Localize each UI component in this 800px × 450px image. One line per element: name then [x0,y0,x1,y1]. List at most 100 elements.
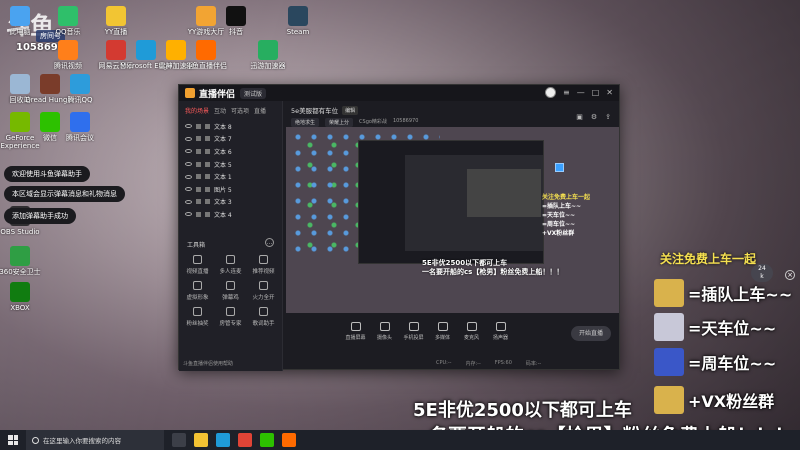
lock-icon[interactable] [196,211,201,217]
eye-icon[interactable] [185,136,192,141]
eye-icon[interactable] [185,124,192,129]
preview-overlay-line: =天车位~~ [542,212,576,219]
tool-button[interactable]: 房管专家 [214,307,247,327]
tool-button[interactable]: 粉丝抽奖 [181,307,214,327]
nested-preview-inner [405,155,543,251]
toolbar-label: 多媒体 [434,335,450,341]
eye-icon[interactable] [185,162,192,167]
avatar[interactable] [545,87,557,98]
perk-item: =天车位~~ [654,312,776,342]
live-companion-window[interactable]: 直播伴侣 测试版 ≡ — □ ✕ 我的场景 互动 可选项 直播 文本 8 文本 7… [178,84,620,371]
source-row[interactable]: 图片 5 [179,183,282,196]
start-button[interactable] [0,430,26,450]
tool-button[interactable]: 虚拟形象 [181,281,214,301]
task-view-icon[interactable] [172,433,186,447]
desktop-icon[interactable]: 腾讯会议 [54,112,106,142]
title-bar[interactable]: 直播伴侣 测试版 ≡ — □ ✕ [179,85,619,101]
tag-pill[interactable]: 荣耀上分 [325,118,354,127]
edge-icon[interactable] [216,433,230,447]
toolbar-label: 摄像头 [376,335,392,341]
toolbar-button[interactable]: 摄像头 [371,321,398,351]
more-icon[interactable]: … [265,238,274,247]
lock-icon[interactable] [196,123,201,129]
settings-icon[interactable]: ⚙ [591,113,597,121]
toolbar-button[interactable]: 麦克风 [458,321,485,351]
maximize-icon[interactable]: □ [592,88,600,97]
desktop-icon[interactable]: 腾讯QQ [54,74,106,104]
eye-icon[interactable] [185,187,192,192]
tool-button[interactable]: 推荐视频 [247,255,280,275]
tools-title: 工具箱 [187,242,206,249]
tool-button[interactable]: 多人连麦 [214,255,247,275]
source-row[interactable]: 文本 4 [179,208,282,221]
douyu-companion-icon[interactable] [282,433,296,447]
eye-icon[interactable] [185,199,192,204]
eye-icon[interactable] [185,212,192,217]
share-icon[interactable]: ⇪ [605,113,611,121]
mic-icon [226,255,235,264]
desktop-icon[interactable]: 360安全卫士 [0,246,46,276]
tab-live[interactable]: 直播 [254,106,266,115]
toolbar-button[interactable]: 手机投屏 [400,321,427,351]
taskbar-search[interactable]: 在这里输入你要搜索的内容 [26,430,164,450]
help-link[interactable]: 斗鱼直播伴侣使用帮助 [183,360,233,367]
app-icon [288,6,308,26]
desktop-icon[interactable]: 抖音 [210,6,262,36]
lock-icon[interactable] [196,148,201,154]
desktop-icon[interactable]: 此电脑 [0,6,46,36]
source-row[interactable]: 文本 3 [179,196,282,209]
tool-button[interactable]: 弹幕鸡 [214,281,247,301]
lock-icon[interactable] [196,186,201,192]
toolbar-label: 扬声器 [492,335,508,341]
desktop-icon[interactable]: YY直播 [90,6,142,36]
shield-icon [226,307,235,316]
tool-button[interactable]: 火力全开 [247,281,280,301]
lock-icon[interactable]: ▣ [576,113,583,121]
tab-optional[interactable]: 可选项 [231,106,249,115]
source-row[interactable]: 文本 8 [179,120,282,133]
status-item: CPU:-- [436,360,452,366]
source-name: 文本 1 [214,174,232,182]
wechat-icon[interactable] [260,433,274,447]
tab-scenes[interactable]: 我的场景 [185,106,209,115]
close-icon[interactable]: ✕ [606,88,613,97]
desktop-icon-label: YY直播 [104,28,128,36]
eye-icon[interactable] [185,174,192,179]
minimize-icon[interactable]: — [577,88,585,97]
app-icon [58,40,78,60]
tool-button[interactable]: 视频直播 [181,255,214,275]
start-live-button[interactable]: 开始直播 [571,326,611,341]
lock-icon[interactable] [196,161,201,167]
desktop-icon[interactable]: 迅游加速器 [242,40,294,70]
toolbar-button[interactable]: 扬声器 [487,321,514,351]
file-explorer-icon[interactable] [194,433,208,447]
desktop-icon[interactable]: 斗鱼直播伴侣 [180,40,232,70]
scene-tabs: 我的场景 互动 可选项 直播 [179,101,282,120]
tab-interact[interactable]: 互动 [214,106,226,115]
toolbar-button[interactable]: 直播屏幕 [342,321,369,351]
lock-icon[interactable] [196,174,201,180]
source-row[interactable]: 文本 1 [179,170,282,183]
desktop-icon[interactable]: QQ音乐 [42,6,94,36]
source-name: 文本 3 [214,199,232,207]
room-id-label: 10586970 [392,118,419,124]
chrome-icon[interactable] [238,433,252,447]
edit-button[interactable]: 编辑 [342,105,359,115]
lock-icon[interactable] [196,136,201,142]
tool-button[interactable]: 歌词助手 [247,307,280,327]
source-row[interactable]: 文本 6 [179,145,282,158]
source-row[interactable]: 文本 7 [179,133,282,146]
category-pill[interactable]: 绝地求生 [291,118,320,127]
perk-item: =插队上车~~ [654,278,792,308]
source-name: 文本 5 [214,161,232,169]
source-row[interactable]: 文本 5 [179,158,282,171]
eye-icon[interactable] [185,149,192,154]
desktop-icon[interactable]: XBOX [0,282,46,312]
toolbar-button[interactable]: 多媒体 [429,321,456,351]
toast-info: 本区域会显示弹幕消息和礼物消息 [4,186,125,202]
lock-icon[interactable] [196,199,201,205]
desktop-icon[interactable]: Steam [272,6,324,36]
floating-app-icon[interactable] [555,163,564,172]
desktop-icon[interactable]: 腾讯视频 [42,40,94,70]
menu-icon[interactable]: ≡ [563,88,570,97]
